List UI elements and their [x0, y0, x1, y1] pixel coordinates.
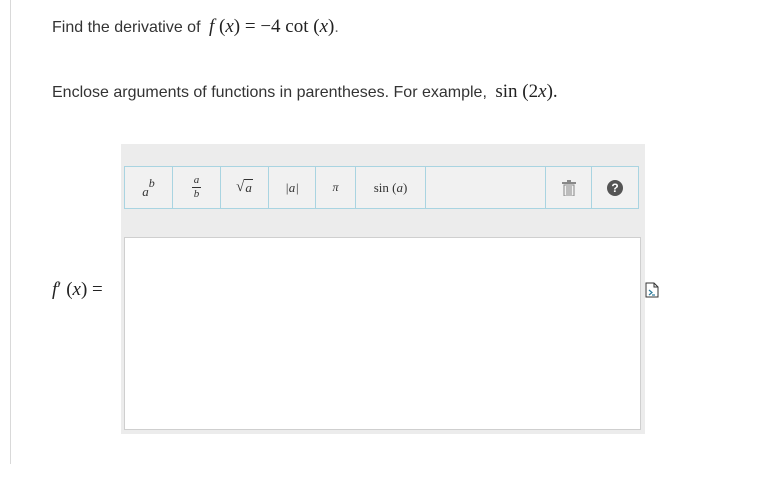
superscript-button[interactable]: ab — [125, 167, 173, 208]
answer-label: f′ (x) = — [52, 279, 103, 301]
example-func: sin — [495, 81, 518, 102]
sin-arg: a — [396, 179, 403, 195]
question-period: . — [334, 19, 339, 36]
sin-button[interactable]: sin (a) — [356, 167, 426, 208]
pi-label: π — [332, 180, 339, 194]
abs-button[interactable]: |a| — [269, 167, 316, 208]
superscript-exp: b — [148, 176, 155, 190]
help-icon: ? — [607, 179, 623, 196]
answer-open: ( — [61, 279, 73, 300]
math-toolbar: ab a b √ a |a| π sin (a) ? — [124, 166, 639, 209]
example-period: . — [552, 81, 558, 102]
func-rhs: = −4 cot ( — [244, 16, 320, 37]
fraction-den: b — [193, 188, 200, 200]
abs-label: |a| — [285, 179, 299, 195]
question-prefix: Find the derivative of — [52, 19, 201, 36]
delete-button[interactable] — [546, 167, 592, 208]
func-name: f — [208, 16, 215, 37]
example-arg: (2 — [522, 81, 539, 102]
answer-input[interactable] — [124, 237, 641, 430]
func-rhs-var: x — [319, 16, 329, 37]
sqrt-symbol: √ — [236, 179, 245, 195]
instruction-text: Enclose arguments of functions in parent… — [52, 84, 487, 101]
sqrt-arg: a — [244, 179, 253, 195]
toolbar-spacer — [426, 167, 546, 208]
fraction-num: a — [193, 174, 200, 186]
sin-func: sin — [373, 179, 389, 195]
func-var: x — [225, 16, 234, 37]
sqrt-button[interactable]: √ a — [221, 167, 269, 208]
answer-close: ) = — [80, 279, 103, 300]
example-var: x — [538, 81, 547, 102]
pi-button[interactable]: π — [316, 167, 356, 208]
answer-var: x — [72, 279, 81, 300]
question-line: Find the derivative of f (x) = −4 cot (x… — [52, 16, 339, 38]
question-function: f (x) = −4 cot (x) — [208, 16, 335, 37]
left-divider — [10, 0, 11, 464]
instruction-line: Enclose arguments of functions in parent… — [52, 81, 558, 103]
help-button[interactable]: ? — [592, 167, 638, 208]
fraction-button[interactable]: a b — [173, 167, 221, 208]
trash-icon — [561, 179, 576, 196]
formula-document-icon[interactable] — [645, 282, 659, 298]
instruction-example: sin (2x). — [495, 81, 557, 102]
